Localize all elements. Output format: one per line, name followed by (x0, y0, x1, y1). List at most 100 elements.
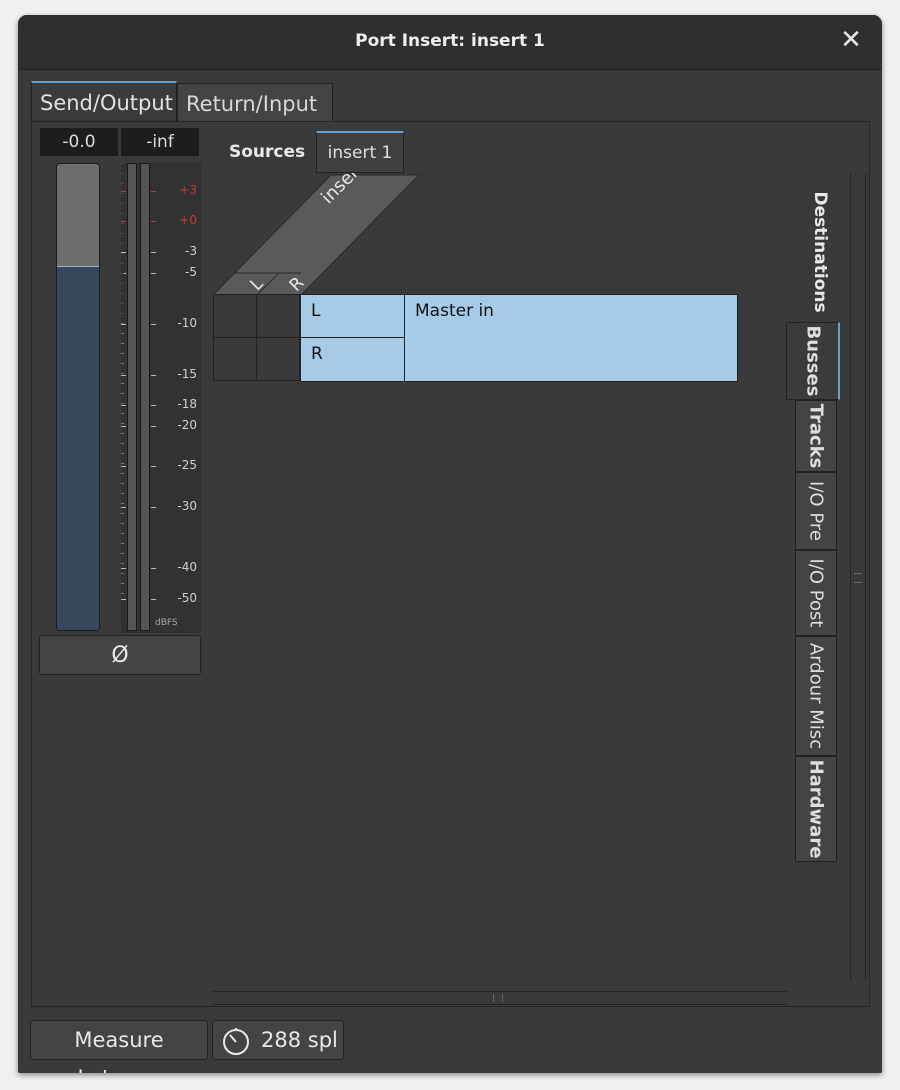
timer-icon (223, 1028, 249, 1055)
meter-minor-tick (121, 233, 124, 234)
meter-minor-tick (121, 273, 124, 274)
dest-tab-hardware[interactable]: Hardware (795, 756, 837, 862)
meter-tick (151, 375, 156, 376)
meter-tick (151, 466, 156, 467)
meter-minor-tick (121, 503, 124, 504)
meter-scale-label: -30 (177, 499, 197, 513)
meter-tick (151, 405, 156, 406)
meter-minor-tick (121, 423, 124, 424)
meter-tick (151, 191, 156, 192)
level-meter: +3 +0 -3 -5 -10 -15 -18 -20 -25 -30 -40 -50 dBFS (121, 163, 201, 633)
matrix-cell-l-r[interactable] (213, 337, 257, 381)
dest-tab-io-post[interactable]: I/O Post (795, 550, 837, 636)
meter-minor-tick (121, 173, 124, 174)
meter-minor-tick (121, 223, 124, 224)
tab-return-input[interactable]: Return/Input (177, 83, 333, 121)
vertical-scrollbar[interactable] (850, 173, 866, 981)
meter-minor-tick (121, 533, 124, 534)
meter-tick (151, 252, 156, 253)
horizontal-scroll-grip[interactable] (493, 994, 503, 1002)
meter-minor-tick (121, 553, 124, 554)
meter-minor-tick (121, 253, 124, 254)
dest-tab-ardour-misc-label: Ardour Misc (805, 642, 827, 750)
meter-minor-tick (121, 263, 124, 264)
meter-minor-tick (121, 203, 124, 204)
dest-port-r: R (300, 337, 406, 382)
meter-minor-tick (121, 513, 124, 514)
sources-label: Sources (229, 142, 306, 162)
meter-tick (121, 324, 126, 325)
meter-minor-tick (121, 483, 124, 484)
horizontal-scrollbar[interactable] (213, 991, 787, 1005)
dest-tab-io-pre[interactable]: I/O Pre (795, 472, 837, 550)
dest-tab-busses-label: Busses (802, 325, 823, 397)
meter-minor-tick (121, 343, 124, 344)
meter-minor-tick (121, 313, 124, 314)
dest-tab-hardware-label: Hardware (805, 759, 827, 859)
dest-tab-tracks[interactable]: Tracks (795, 400, 837, 472)
meter-scale-label: -50 (177, 591, 197, 605)
meter-minor-tick (121, 353, 124, 354)
meter-scale-label: -20 (177, 418, 197, 432)
meter-minor-tick (121, 243, 124, 244)
meter-tick (151, 221, 156, 222)
title-bar[interactable]: Port Insert: insert 1 ✕ (18, 15, 882, 70)
dest-port-l: L (300, 294, 406, 338)
meter-tick (121, 375, 126, 376)
dest-tab-io-post-label: I/O Post (805, 558, 827, 628)
meter-scale-label: -25 (177, 458, 197, 472)
source-tab-insert-1[interactable]: insert 1 (316, 131, 404, 173)
matrix-cell-r-r[interactable] (256, 337, 300, 381)
dest-tab-ardour-misc[interactable]: Ardour Misc (795, 636, 837, 756)
meter-minor-tick (121, 183, 124, 184)
dest-tab-busses[interactable]: Busses (786, 322, 840, 400)
meter-tick (121, 568, 126, 569)
meter-tick (151, 324, 156, 325)
tab-send-output[interactable]: Send/Output (31, 81, 177, 121)
meter-minor-tick (121, 523, 124, 524)
destinations-label-wrap: Destinations (800, 187, 840, 317)
matrix-cell-l-l[interactable] (213, 294, 257, 338)
port-insert-window: Port Insert: insert 1 ✕ Send/Output Retu… (18, 15, 882, 1073)
meter-scale-label: +3 (179, 183, 197, 197)
meter-minor-tick (121, 543, 124, 544)
meter-minor-tick (121, 383, 124, 384)
peak-readout[interactable]: -inf (121, 128, 199, 156)
meter-minor-tick (121, 413, 124, 414)
meter-scale-label: -40 (177, 560, 197, 574)
meter-tick (121, 599, 126, 600)
latency-value-button[interactable]: 288 spl (212, 1020, 344, 1060)
meter-scale-label: -10 (177, 316, 197, 330)
window-title: Port Insert: insert 1 (355, 31, 545, 51)
meter-tick (121, 426, 126, 427)
meter-tick (121, 191, 126, 192)
measure-latency-button[interactable]: Measure Latency (30, 1020, 208, 1073)
meter-minor-tick (121, 493, 124, 494)
meter-bar-left (127, 163, 137, 631)
gain-fader-fill (57, 265, 99, 630)
phase-invert-button[interactable]: Ø (39, 635, 201, 675)
vertical-scroll-grip[interactable] (854, 573, 862, 583)
meter-minor-tick (121, 213, 124, 214)
gain-readout[interactable]: -0.0 (40, 128, 118, 156)
dest-group-master-in: Master in (404, 294, 738, 382)
source-group-header (213, 174, 421, 295)
gain-fader[interactable] (56, 163, 100, 631)
dest-tab-io-pre-label: I/O Pre (805, 481, 827, 541)
meter-tick (121, 466, 126, 467)
meter-minor-tick (121, 163, 124, 164)
latency-value: 288 spl (261, 1028, 338, 1052)
dest-tab-tracks-label: Tracks (805, 403, 827, 469)
source-column-headers: insert 1 out L R (213, 173, 421, 295)
meter-scale-label: -18 (177, 397, 197, 411)
meter-minor-tick (121, 433, 124, 434)
meter-tick (151, 507, 156, 508)
meter-scale-label: -3 (185, 244, 197, 258)
meter-minor-tick (121, 363, 124, 364)
meter-minor-tick (121, 583, 124, 584)
meter-tick (121, 405, 126, 406)
meter-minor-tick (121, 193, 124, 194)
matrix-cell-r-l[interactable] (256, 294, 300, 338)
close-icon[interactable]: ✕ (836, 25, 866, 55)
meter-minor-tick (121, 293, 124, 294)
